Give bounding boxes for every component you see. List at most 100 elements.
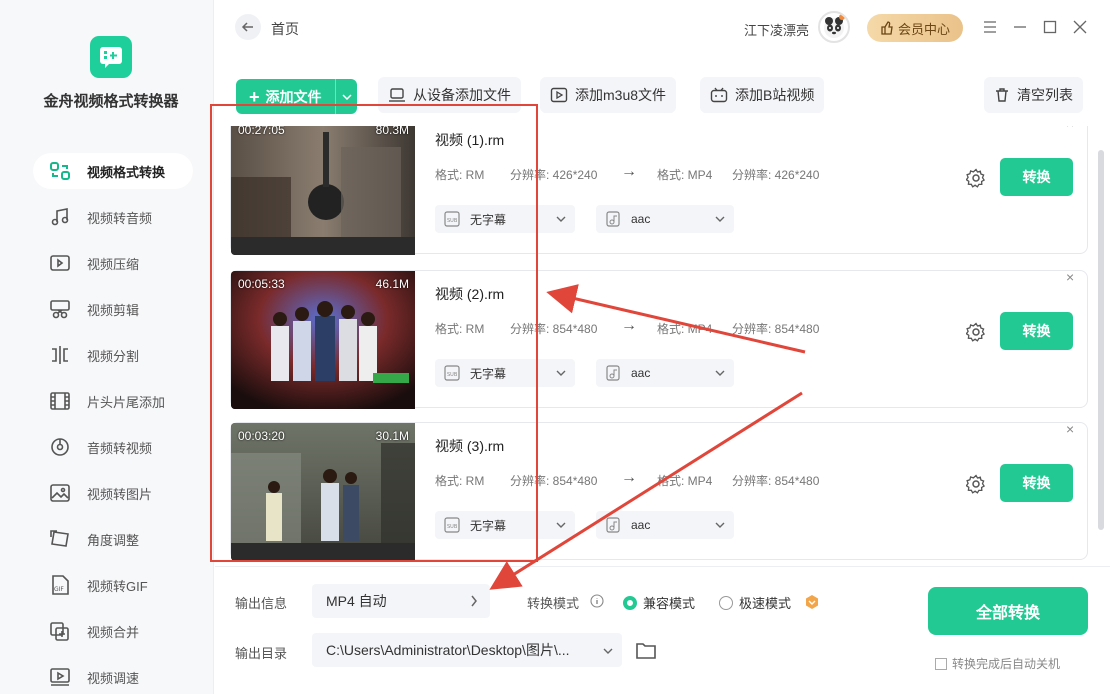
chevron-down-icon xyxy=(341,93,352,100)
sidebar-item-compress[interactable]: 视频压缩 xyxy=(33,240,193,286)
sidebar: 金舟视频格式转换器 视频格式转换 视频转音频 视频压缩 视频剪辑 视频分割 片头… xyxy=(0,0,214,694)
sidebar-item-video-to-audio[interactable]: 视频转音频 xyxy=(33,194,193,240)
mode-fast-radio[interactable]: 极速模式 xyxy=(719,593,791,612)
sidebar-nav: 视频格式转换 视频转音频 视频压缩 视频剪辑 视频分割 片头片尾添加 音频转视频 xyxy=(33,148,193,694)
sidebar-item-intro-outro[interactable]: 片头片尾添加 xyxy=(33,378,193,424)
thumbs-up-icon xyxy=(881,21,893,35)
sidebar-item-label: 片头片尾添加 xyxy=(87,394,166,410)
output-dir-value: C:\Users\Administrator\Desktop\图片\... xyxy=(326,642,570,658)
convert-button[interactable]: 转换 xyxy=(1000,464,1073,502)
auto-shutdown-checkbox[interactable]: 转换完成后自动关机 xyxy=(935,655,1060,672)
bilibili-icon xyxy=(710,87,728,103)
audio-file-icon xyxy=(606,517,620,533)
target-resolution: 分辨率: 854*480 xyxy=(732,322,820,336)
vip-center-label: 会员中心 xyxy=(897,21,950,37)
sidebar-item-speed[interactable]: 视频调速 xyxy=(33,654,193,694)
clear-list-button[interactable]: 清空列表 xyxy=(984,77,1083,113)
sidebar-item-split[interactable]: 视频分割 xyxy=(33,332,193,378)
rotate-icon xyxy=(49,529,77,549)
breadcrumb[interactable]: 首页 xyxy=(271,19,299,39)
target-format: 格式: MP4 xyxy=(657,168,713,182)
gear-icon[interactable] xyxy=(966,474,986,494)
sidebar-item-label: 视频压缩 xyxy=(87,256,140,272)
remove-file-icon[interactable]: × xyxy=(1066,126,1074,131)
top-bar: 首页 江下凌漂亮 会员中心 xyxy=(215,0,1110,60)
app-logo xyxy=(90,36,132,78)
sidebar-item-label: 视频转图片 xyxy=(87,486,153,502)
gear-icon[interactable] xyxy=(966,322,986,342)
target-format: 格式: MP4 xyxy=(657,322,713,336)
chevron-down-icon xyxy=(603,648,613,654)
music-icon xyxy=(49,207,77,227)
sidebar-item-rotate[interactable]: 角度调整 xyxy=(33,516,193,562)
sidebar-item-merge[interactable]: 视频合并 xyxy=(33,608,193,654)
disc-icon xyxy=(49,437,77,457)
target-format: 格式: MP4 xyxy=(657,474,713,488)
film-icon xyxy=(49,391,77,411)
remove-file-icon[interactable]: × xyxy=(1066,421,1074,437)
sidebar-item-edit[interactable]: 视频剪辑 xyxy=(33,286,193,332)
sidebar-item-gif[interactable]: GIF 视频转GIF xyxy=(33,562,193,608)
chevron-down-icon xyxy=(715,522,725,528)
back-button[interactable] xyxy=(235,14,261,40)
trash-icon xyxy=(996,88,1008,102)
radio-selected-icon xyxy=(623,595,637,610)
close-window-icon[interactable] xyxy=(1071,18,1089,36)
sidebar-item-label: 视频转音频 xyxy=(87,210,153,226)
bottom-panel: 输出信息 MP4 自动 转换模式 兼容模式 极速模式 输出目录 C:\Users… xyxy=(215,566,1110,694)
sidebar-item-label: 视频转GIF xyxy=(87,578,148,594)
audio-select[interactable]: aac xyxy=(596,359,734,387)
add-bilibili-button[interactable]: 添加B站视频 xyxy=(700,77,825,113)
device-icon xyxy=(389,88,405,102)
list-scrollbar[interactable] xyxy=(1098,150,1104,530)
chevron-down-icon xyxy=(556,522,566,528)
convert-button[interactable]: 转换 xyxy=(1000,312,1073,350)
sidebar-item-audio-to-video[interactable]: 音频转视频 xyxy=(33,424,193,470)
vip-center-button[interactable]: 会员中心 xyxy=(867,14,963,42)
sidebar-item-label: 视频格式转换 xyxy=(87,164,166,180)
split-icon xyxy=(49,345,77,365)
svg-text:GIF: GIF xyxy=(54,586,64,593)
sidebar-item-label: 音频转视频 xyxy=(87,440,153,456)
clear-list-label: 清空列表 xyxy=(1017,87,1073,103)
output-format-value: MP4 自动 xyxy=(326,593,387,609)
mode-compat-label: 兼容模式 xyxy=(643,596,696,611)
sidebar-item-video-to-image[interactable]: 视频转图片 xyxy=(33,470,193,516)
username: 江下凌漂亮 xyxy=(744,23,810,38)
output-info-label: 输出信息 xyxy=(235,596,288,611)
folder-icon[interactable] xyxy=(635,640,657,660)
convert-button[interactable]: 转换 xyxy=(1000,158,1073,196)
output-dir-label: 输出目录 xyxy=(235,646,288,661)
menu-icon[interactable] xyxy=(981,18,999,36)
speed-icon xyxy=(49,667,77,687)
audio-select[interactable]: aac xyxy=(596,511,734,539)
checkbox-icon xyxy=(935,657,947,670)
output-dir-select[interactable]: C:\Users\Administrator\Desktop\图片\... xyxy=(312,633,622,667)
sidebar-item-format-convert[interactable]: 视频格式转换 xyxy=(33,153,193,189)
arrow-left-icon xyxy=(241,22,253,32)
maximize-icon[interactable] xyxy=(1041,18,1059,36)
audio-select[interactable]: aac xyxy=(596,205,734,233)
minimize-icon[interactable] xyxy=(1011,18,1029,36)
scissors-icon xyxy=(49,299,77,319)
remove-file-icon[interactable]: × xyxy=(1066,269,1074,285)
avatar[interactable] xyxy=(818,11,850,43)
audio-value: aac xyxy=(631,518,651,532)
info-icon[interactable] xyxy=(590,594,604,608)
convert-icon xyxy=(49,161,77,181)
mode-compat-radio[interactable]: 兼容模式 xyxy=(623,593,695,612)
convert-all-button[interactable]: 全部转换 xyxy=(928,587,1088,635)
add-m3u8-button[interactable]: 添加m3u8文件 xyxy=(540,77,677,113)
plus-icon: + xyxy=(249,86,260,107)
output-format-select[interactable]: MP4 自动 xyxy=(312,584,490,618)
compress-icon xyxy=(49,253,77,273)
vip-badge-icon xyxy=(806,595,818,609)
chevron-right-icon xyxy=(471,595,477,607)
chevron-down-icon xyxy=(556,370,566,376)
image-icon xyxy=(49,483,77,503)
target-resolution: 分辨率: 426*240 xyxy=(732,168,820,182)
merge-icon xyxy=(49,621,77,641)
radio-unselected-icon xyxy=(719,595,733,610)
sidebar-item-label: 视频调速 xyxy=(87,670,140,686)
gear-icon[interactable] xyxy=(966,168,986,188)
